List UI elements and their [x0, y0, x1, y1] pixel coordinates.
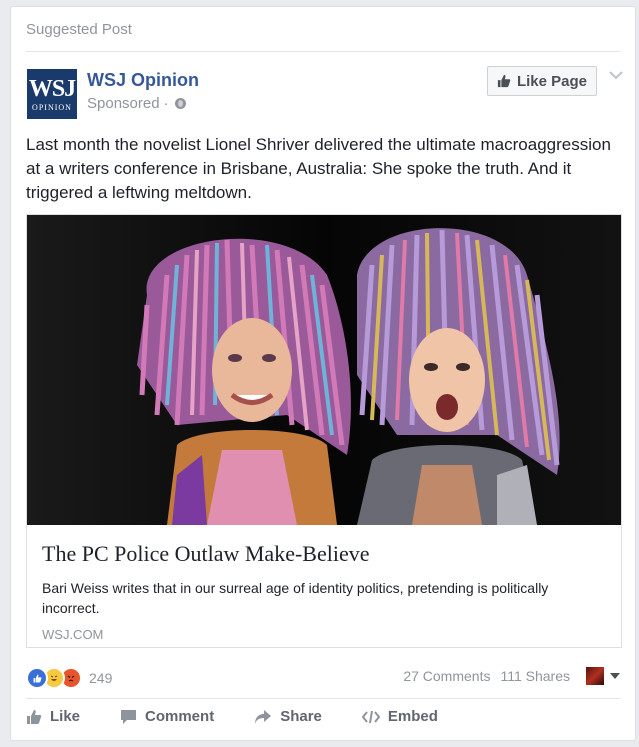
shares-count[interactable]: 111 Shares: [500, 668, 570, 684]
sponsored-label[interactable]: Sponsored: [87, 95, 160, 112]
like-reaction-icon: [26, 667, 48, 689]
chevron-down-icon[interactable]: [609, 67, 623, 85]
post-message: Last month the novelist Lionel Shriver d…: [26, 135, 611, 202]
reaction-count[interactable]: 249: [89, 670, 112, 686]
like-page-label: Like Page: [516, 72, 588, 90]
like-button[interactable]: Like: [26, 708, 80, 725]
link-domain: WSJ.COM: [42, 627, 104, 642]
comments-count[interactable]: 27 Comments: [403, 668, 490, 684]
thumbs-up-icon: [497, 74, 511, 88]
globe-icon[interactable]: [174, 98, 186, 109]
code-icon: [361, 710, 380, 724]
reactions-summary[interactable]: 249: [26, 667, 112, 689]
embed-label: Embed: [387, 708, 438, 725]
comment-button[interactable]: Comment: [120, 708, 214, 725]
embed-button[interactable]: Embed: [361, 708, 438, 725]
suggested-post-card: Suggested Post WSJ OPINION WSJ Opinion S…: [10, 6, 636, 741]
comment-icon: [120, 709, 137, 725]
page-name-link[interactable]: WSJ Opinion: [87, 70, 199, 91]
link-preview-card[interactable]: The PC Police Outlaw Make-Believe Bari W…: [26, 214, 622, 648]
actions-divider: [26, 698, 620, 699]
like-label: Like: [50, 708, 81, 725]
share-button[interactable]: Share: [254, 708, 322, 725]
page-avatar-logo[interactable]: WSJ OPINION: [27, 69, 77, 119]
link-title[interactable]: The PC Police Outlaw Make-Believe: [42, 541, 369, 567]
logo-text: WSJ: [28, 75, 76, 102]
link-preview-image[interactable]: [27, 215, 621, 525]
sponsored-meta: Sponsored ·: [87, 95, 186, 112]
share-label: Share: [280, 708, 322, 725]
caret-down-icon[interactable]: [610, 673, 620, 679]
viewer-avatar[interactable]: [586, 667, 604, 685]
link-description: Bari Weiss writes that in our surreal ag…: [42, 580, 549, 616]
suggested-post-label: Suggested Post: [26, 21, 132, 38]
engagement-stats: 27 Comments 111 Shares: [393, 667, 620, 685]
like-page-button[interactable]: Like Page: [487, 66, 597, 96]
thumbs-up-icon: [26, 709, 42, 725]
logo-subtext: OPINION: [32, 102, 72, 112]
post-actions-bar: Like Comment Share Embed: [26, 708, 622, 725]
comment-label: Comment: [145, 708, 215, 725]
header-divider: [26, 51, 620, 52]
share-arrow-icon: [254, 709, 272, 725]
meta-separator: ·: [163, 95, 169, 112]
